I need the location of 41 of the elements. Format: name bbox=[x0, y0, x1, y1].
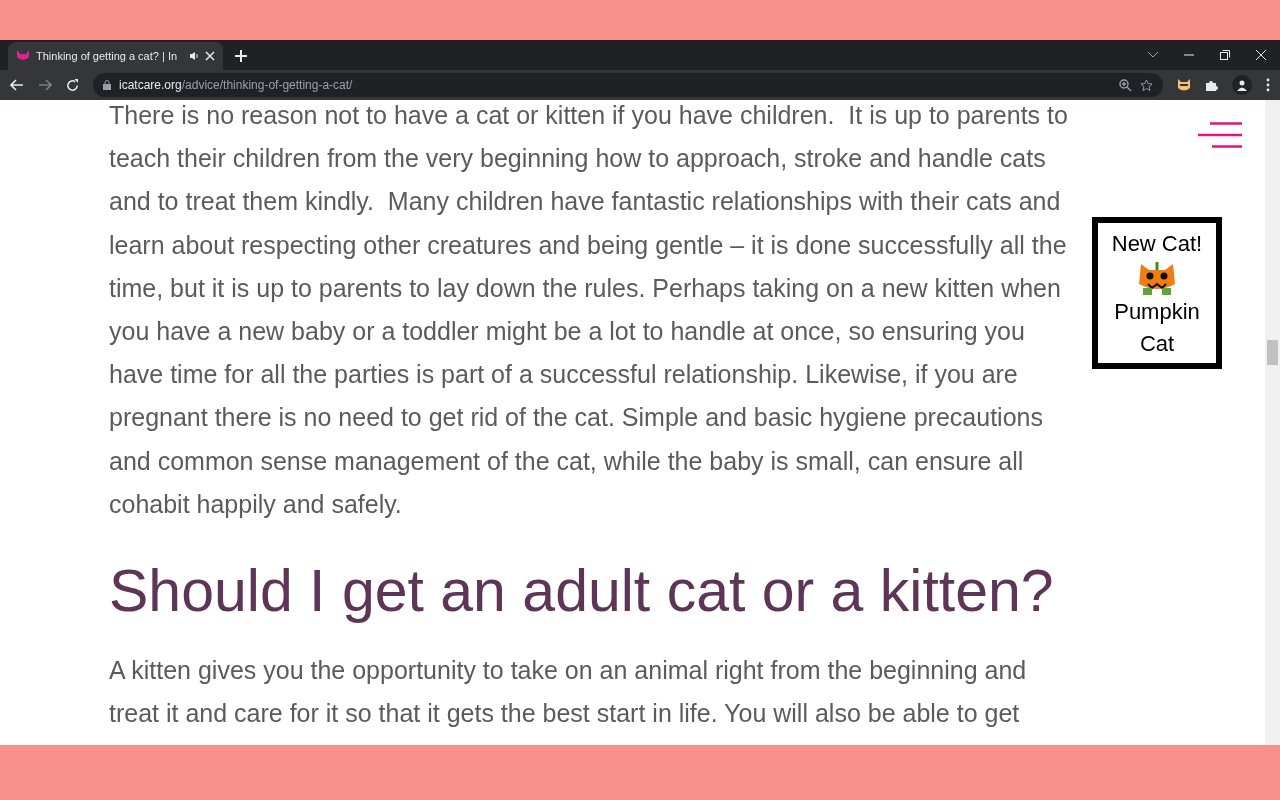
forward-arrow-icon[interactable] bbox=[38, 79, 52, 91]
browser-tab[interactable]: Thinking of getting a cat? | In bbox=[8, 42, 223, 70]
reload-icon[interactable] bbox=[66, 78, 79, 92]
menu-icon[interactable] bbox=[1198, 122, 1244, 148]
close-icon[interactable] bbox=[1256, 50, 1266, 60]
paragraph-line: treat it and care for it so that it gets the best start in life. You will also be able to get bbox=[109, 698, 1020, 730]
profile-avatar[interactable] bbox=[1232, 75, 1252, 95]
paragraph-line: and common sense management of the cat, while the baby is small, can ensure all bbox=[109, 445, 1024, 477]
url-text: icatcare.org/advice/thinking-of-getting-a-cat/ bbox=[119, 77, 354, 94]
new-cat-popup[interactable]: New Cat! Pumpkin Cat bbox=[1092, 217, 1222, 369]
cat-icon bbox=[16, 49, 30, 63]
close-icon[interactable] bbox=[205, 51, 215, 61]
cat-face-icon[interactable] bbox=[1177, 78, 1191, 92]
paragraph-line: and to treat them kindly. Many children have fantastic relationships with their cats and bbox=[109, 186, 1061, 218]
new-tab-icon[interactable] bbox=[235, 50, 247, 62]
puzzle-icon[interactable] bbox=[1205, 78, 1218, 92]
zoom-icon[interactable] bbox=[1119, 78, 1132, 92]
paragraph-line: A kitten gives you the opportunity to take on an animal right from the beginning and bbox=[109, 654, 1027, 686]
paragraph-line: pregnant there is no need to get rid of the cat. Simple and basic hygiene precautions bbox=[109, 402, 1043, 434]
speaker-icon[interactable] bbox=[189, 51, 199, 61]
popup-title: New Cat! bbox=[1111, 230, 1203, 258]
back-arrow-icon[interactable] bbox=[10, 79, 24, 91]
paragraph-line: cohabit happily and safely. bbox=[109, 488, 402, 520]
paragraph-line: have time for all the parties is part of a successful relationship. Likewise, if you are bbox=[109, 359, 1018, 391]
paragraph-line: time, but it is up to parents to lay down the rules. Perhaps taking on a new kitten when bbox=[109, 272, 1061, 304]
lock-icon bbox=[103, 80, 111, 90]
scrollbar[interactable] bbox=[1265, 100, 1280, 745]
paragraph-line: teach their children from the very beginning how to approach, stroke and handle cats bbox=[109, 143, 1046, 175]
section-heading: Should I get an adult cat or a kitten? bbox=[109, 557, 1055, 627]
chevron-down-icon[interactable] bbox=[1148, 52, 1158, 58]
pumpkin-cat-icon bbox=[1137, 260, 1177, 296]
scrollbar-thumb[interactable] bbox=[1267, 340, 1278, 365]
more-menu-icon[interactable] bbox=[1266, 78, 1270, 92]
paragraph-line: you have a new baby or a toddler might be a lot to handle at once, so ensuring you bbox=[109, 316, 1025, 347]
address-bar[interactable]: icatcare.org/advice/thinking-of-getting-a-cat/ bbox=[93, 73, 1163, 97]
paragraph-line: learn about respecting other creatures and being gentle – it is done successfully all the bbox=[109, 229, 1067, 261]
popup-cat-name: Pumpkin Cat bbox=[1113, 298, 1201, 358]
tab-title: Thinking of getting a cat? | In bbox=[36, 48, 179, 64]
paragraph-line: There is no reason not to have a cat or kitten if you have children. It is up to parents to bbox=[109, 100, 1068, 131]
star-icon[interactable] bbox=[1140, 78, 1153, 92]
maximize-icon[interactable] bbox=[1220, 50, 1230, 60]
